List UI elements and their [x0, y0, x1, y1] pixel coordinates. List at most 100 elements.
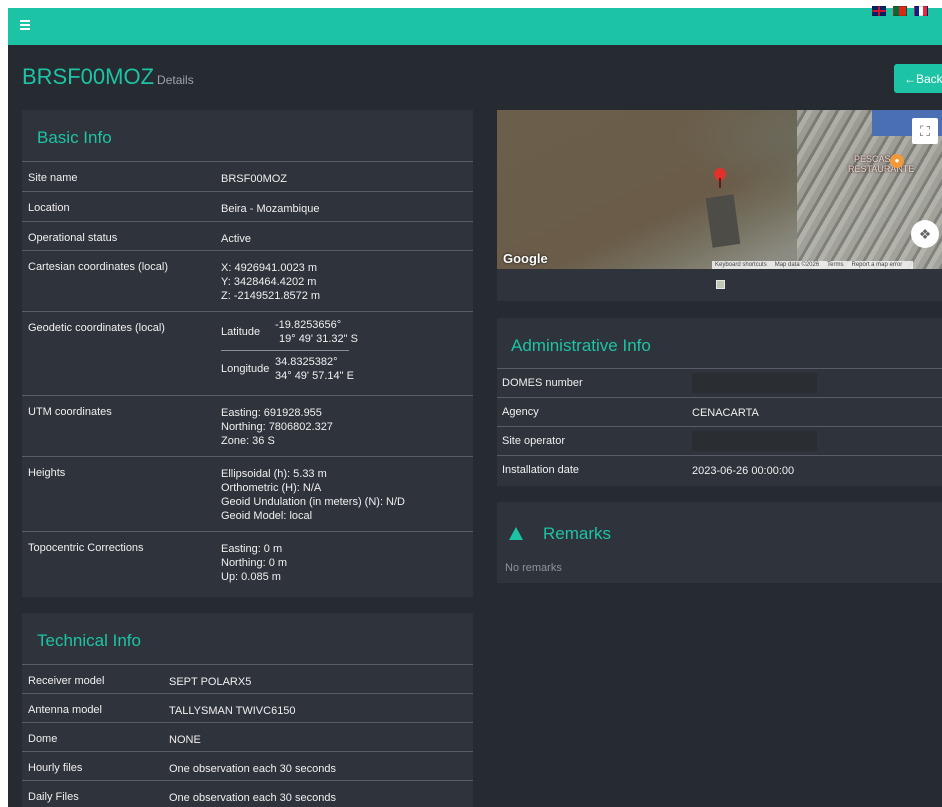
row-label: UTM coordinates	[28, 406, 112, 418]
cartesian-y: Y: 3428464.4202 m	[221, 276, 317, 288]
topo-up: Up: 0.085 m	[221, 571, 281, 583]
location-row: Location Beira - Mozambique	[22, 191, 473, 221]
longitude-dms: 34° 49' 57.14" E	[275, 370, 354, 382]
administrative-info-heading: Administrative Info	[511, 336, 651, 355]
row-value: TALLYSMAN TWIVC6150	[169, 705, 296, 717]
uk-flag-icon[interactable]	[872, 6, 886, 16]
row-label: Installation date	[502, 464, 580, 476]
topocentric-row: Topocentric Corrections Easting: 0 m Nor…	[22, 531, 473, 596]
cartesian-row: Cartesian coordinates (local) X: 4926941…	[22, 250, 473, 311]
map-poi-label[interactable]: PESCAS RESTAURANTE	[848, 154, 914, 174]
geoid-undulation: Geoid Undulation (in meters) (N): N/D	[221, 496, 406, 508]
hamburger-menu-icon[interactable]	[20, 20, 30, 30]
hourly-files-row: Hourly files One observation each 30 sec…	[22, 751, 473, 780]
cartesian-z: Z: -2149521.8572 m	[221, 290, 321, 302]
ellipsoidal-height: Ellipsoidal (h): 5.33 m	[221, 468, 327, 480]
row-value: Active	[221, 233, 251, 245]
geoid-model: Geoid Model: local	[221, 510, 313, 522]
latitude-decimal: -19.8253656°	[275, 319, 342, 331]
map-footer	[497, 269, 942, 301]
fr-flag-icon[interactable]	[914, 6, 928, 16]
row-label: Heights	[28, 467, 66, 479]
heights-row: Heights Ellipsoidal (h): 5.33 m Orthomet…	[22, 456, 473, 531]
latitude-dms: 19° 49' 31.32" S	[279, 333, 358, 345]
row-value: NONE	[169, 734, 201, 746]
station-code: BRSF00MOZ	[22, 64, 155, 89]
utm-zone: Zone: 36 S	[221, 435, 275, 447]
row-value: CENACARTA	[692, 407, 759, 419]
technical-info-card: Technical Info Receiver model SEPT POLAR…	[22, 613, 473, 807]
redacted-value	[692, 373, 817, 393]
latitude-line: Latitude -19.8253656° 19° 49' 31.32" S	[221, 318, 358, 346]
orthometric-height: Orthometric (H): N/A	[221, 482, 322, 494]
antenna-row: Antenna model TALLYSMAN TWIVC6150	[22, 693, 473, 722]
basic-info-card: Basic Info Site name BRSF00MOZ Location …	[22, 110, 473, 597]
dome-row: Dome NONE	[22, 722, 473, 751]
row-label: Agency	[502, 406, 539, 418]
map-data-text: Map data ©2026	[774, 262, 820, 268]
geodetic-row: Geodetic coordinates (local) Latitude -1…	[22, 311, 473, 395]
row-label: Topocentric Corrections	[28, 542, 144, 554]
utm-northing: Northing: 7806802.327	[221, 421, 333, 433]
row-label: Geodetic coordinates (local)	[28, 322, 165, 334]
remarks-header: Remarks	[497, 502, 942, 548]
topo-northing: Northing: 0 m	[221, 557, 288, 569]
topo-easting: Easting: 0 m	[221, 543, 283, 555]
site-name-row: Site name BRSF00MOZ	[22, 161, 473, 191]
cartesian-x: X: 4926941.0023 m	[221, 262, 318, 274]
geodetic-table: Latitude -19.8253656° 19° 49' 31.32" S L…	[221, 308, 358, 395]
installation-date-row: Installation date 2023-06-26 00:00:00	[497, 455, 942, 484]
row-value: One observation each 30 seconds	[169, 792, 336, 804]
technical-info-heading: Technical Info	[37, 631, 141, 650]
longitude-label: Longitude	[221, 363, 270, 375]
poi-line-1: PESCAS	[854, 154, 891, 164]
row-label: Cartesian coordinates (local)	[28, 261, 169, 273]
terms-link[interactable]: Terms	[827, 262, 843, 268]
row-value: Ellipsoidal (h): 5.33 m Orthometric (H):…	[221, 457, 405, 531]
receiver-row: Receiver model SEPT POLARX5	[22, 664, 473, 693]
administrative-info-card: Administrative Info DOMES number Agency …	[497, 318, 942, 486]
map-marker-stem	[719, 178, 721, 188]
back-button[interactable]: ←Back	[894, 64, 942, 93]
status-row: Operational status Active	[22, 221, 473, 250]
row-value	[692, 369, 817, 397]
remarks-card: Remarks No remarks	[497, 502, 942, 583]
row-label: Receiver model	[28, 675, 105, 687]
report-error-link[interactable]: Report a map error	[852, 262, 903, 268]
row-value: One observation each 30 seconds	[169, 763, 336, 775]
satellite-map[interactable]: PESCAS RESTAURANTE ● ⛶ ❖ Google Keyboard…	[497, 110, 942, 269]
row-label: Dome	[28, 733, 58, 745]
longitude-decimal: 34.8325382°	[275, 356, 338, 368]
row-label: Location	[28, 202, 70, 214]
google-logo: Google	[503, 251, 548, 266]
remarks-empty-text: No remarks	[505, 562, 562, 574]
row-label: Hourly files	[28, 762, 83, 774]
site-operator-row: Site operator	[497, 426, 942, 455]
utm-easting: Easting: 691928.955	[221, 407, 322, 419]
row-value	[692, 427, 817, 455]
row-label: Daily Files	[28, 791, 79, 803]
geodetic-divider	[221, 350, 349, 351]
map-pier	[705, 194, 741, 248]
broken-image-icon	[716, 280, 725, 289]
row-value: 2023-06-26 00:00:00	[692, 465, 795, 477]
warning-icon	[509, 527, 523, 540]
row-value: X: 4926941.0023 m Y: 3428464.4202 m Z: -…	[221, 251, 320, 311]
restaurant-icon[interactable]: ●	[890, 154, 904, 168]
page-title: BRSF00MOZ Details	[22, 64, 194, 90]
row-label: Operational status	[28, 232, 118, 244]
map-camera-control-icon[interactable]: ❖	[911, 220, 939, 248]
domes-row: DOMES number	[497, 368, 942, 397]
fullscreen-icon[interactable]: ⛶	[912, 118, 938, 144]
row-label: DOMES number	[502, 377, 583, 389]
pt-flag-icon[interactable]	[893, 6, 907, 16]
map-attribution: Keyboard shortcuts Map data ©2026 Terms Rep…	[712, 261, 914, 269]
keyboard-shortcuts-link[interactable]: Keyboard shortcuts	[715, 262, 767, 268]
utm-row: UTM coordinates Easting: 691928.955 Nort…	[22, 395, 473, 456]
poi-line-2: RESTAURANTE	[848, 164, 915, 174]
row-value: BRSF00MOZ	[221, 173, 288, 185]
longitude-line: Longitude 34.8325382° 34° 49' 57.14" E	[221, 355, 358, 383]
page-subtitle: Details	[157, 73, 194, 87]
row-label: Site name	[28, 172, 78, 184]
row-label: Site operator	[502, 435, 565, 447]
